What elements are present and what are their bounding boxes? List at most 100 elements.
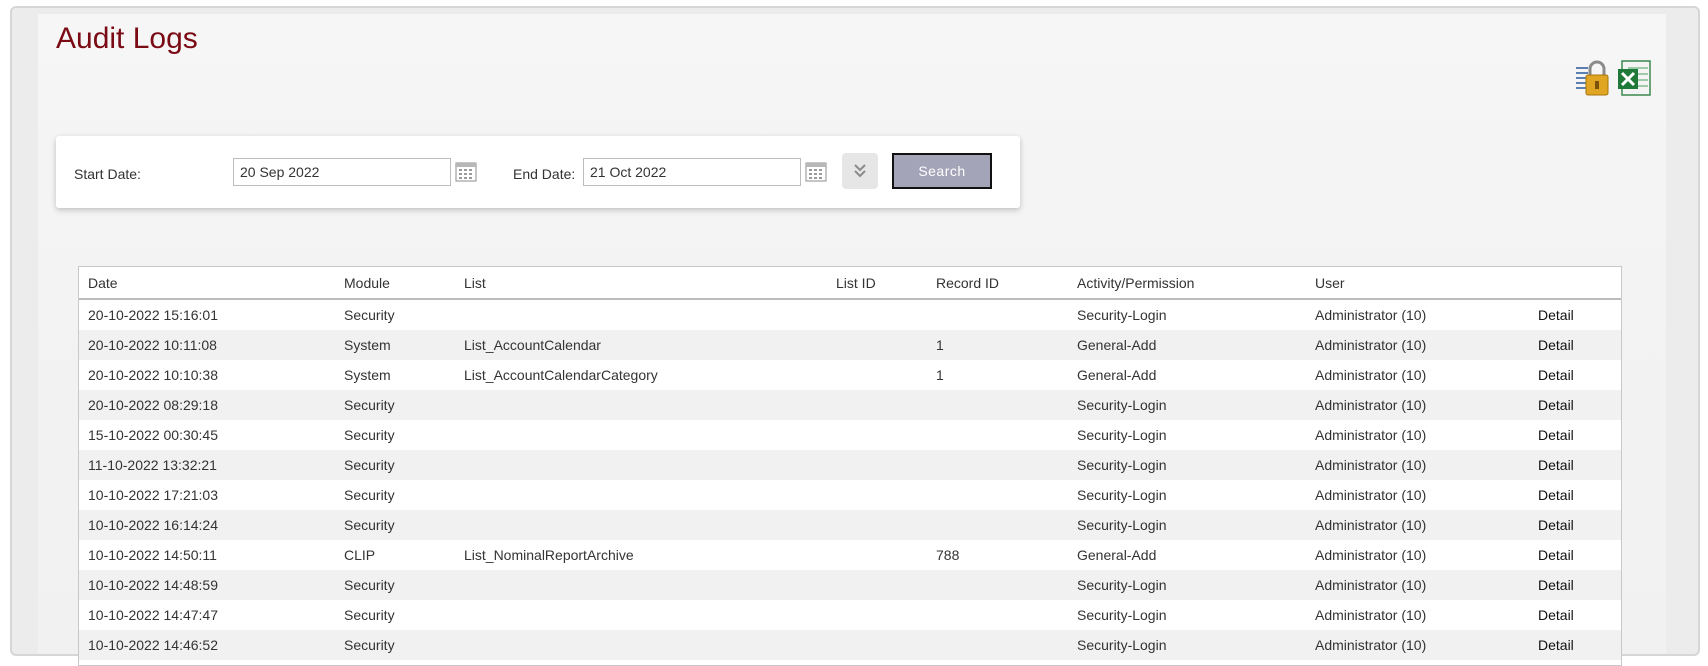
header-module[interactable]: Module (344, 267, 390, 298)
cell-user: Administrator (10) (1315, 307, 1427, 323)
table-row[interactable]: 10-10-2022 14:47:47 Security Security-Lo… (79, 600, 1621, 630)
end-date-input[interactable] (583, 158, 801, 186)
cell-module: Security (344, 637, 395, 653)
cell-module: Security (344, 607, 395, 623)
detail-link[interactable]: Detail (1538, 540, 1574, 570)
table-row[interactable]: 20-10-2022 15:16:01 Security Security-Lo… (79, 300, 1621, 330)
cell-list: List_NominalReportArchive (464, 547, 634, 563)
cell-date: 20-10-2022 15:16:01 (88, 307, 218, 323)
cell-list: List_AccountCalendarCategory (464, 367, 658, 383)
cell-user: Administrator (10) (1315, 637, 1427, 653)
cell-date: 10-10-2022 16:14:24 (88, 517, 218, 533)
cell-date: 10-10-2022 17:21:03 (88, 487, 218, 503)
cell-module: System (344, 337, 391, 353)
detail-link[interactable]: Detail (1538, 390, 1574, 420)
table-row[interactable]: 10-10-2022 14:50:11 CLIP List_NominalRep… (79, 540, 1621, 570)
cell-user: Administrator (10) (1315, 607, 1427, 623)
table-header: Date Module List List ID Record ID Activ… (79, 267, 1621, 300)
excel-icon[interactable] (1616, 57, 1654, 99)
table-row[interactable]: 20-10-2022 10:10:38 System List_AccountC… (79, 360, 1621, 390)
table-row[interactable]: 10-10-2022 17:21:03 Security Security-Lo… (79, 480, 1621, 510)
detail-link[interactable]: Detail (1538, 480, 1574, 510)
expand-filters-button[interactable] (842, 153, 878, 189)
calendar-icon[interactable] (805, 162, 827, 182)
cell-user: Administrator (10) (1315, 397, 1427, 413)
detail-link[interactable]: Detail (1538, 600, 1574, 630)
filter-panel: Start Date: End Date: (56, 136, 1020, 208)
header-list-id[interactable]: List ID (836, 267, 876, 298)
table-row[interactable]: 10-10-2022 14:48:59 Security Security-Lo… (79, 570, 1621, 600)
start-date-input[interactable] (233, 158, 451, 186)
cell-activity: Security-Login (1077, 457, 1167, 473)
cell-activity: Security-Login (1077, 637, 1167, 653)
table-row[interactable]: 20-10-2022 08:29:18 Security Security-Lo… (79, 390, 1621, 420)
cell-module: Security (344, 577, 395, 593)
cell-user: Administrator (10) (1315, 577, 1427, 593)
cell-date: 20-10-2022 10:10:38 (88, 367, 218, 383)
cell-user: Administrator (10) (1315, 337, 1427, 353)
cell-activity: Security-Login (1077, 427, 1167, 443)
cell-module: Security (344, 517, 395, 533)
page-title: Audit Logs (56, 22, 198, 55)
cell-module: Security (344, 427, 395, 443)
audit-log-table: Date Module List List ID Record ID Activ… (78, 266, 1622, 666)
detail-link[interactable]: Detail (1538, 360, 1574, 390)
table-row[interactable]: 10-10-2022 16:14:24 Security Security-Lo… (79, 510, 1621, 540)
header-date[interactable]: Date (88, 267, 118, 298)
cell-date: 11-10-2022 13:32:21 (88, 457, 217, 473)
end-date-label: End Date: (513, 166, 576, 182)
table-body: 20-10-2022 15:16:01 Security Security-Lo… (79, 300, 1621, 660)
table-row[interactable]: 11-10-2022 13:32:21 Security Security-Lo… (79, 450, 1621, 480)
cell-module: Security (344, 487, 395, 503)
table-row[interactable]: 15-10-2022 00:30:45 Security Security-Lo… (79, 420, 1621, 450)
detail-link[interactable]: Detail (1538, 300, 1574, 330)
cell-activity: General-Add (1077, 367, 1157, 383)
cell-user: Administrator (10) (1315, 547, 1427, 563)
header-record-id[interactable]: Record ID (936, 267, 999, 298)
calendar-icon[interactable] (455, 162, 477, 182)
cell-list: List_AccountCalendar (464, 337, 601, 353)
permissions-lock-icon[interactable] (1574, 57, 1612, 99)
cell-activity: Security-Login (1077, 397, 1167, 413)
cell-activity: General-Add (1077, 337, 1157, 353)
cell-date: 10-10-2022 14:48:59 (88, 577, 218, 593)
cell-record-id: 788 (936, 547, 960, 563)
cell-module: Security (344, 457, 395, 473)
cell-module: System (344, 367, 391, 383)
cell-module: CLIP (344, 547, 376, 563)
detail-link[interactable]: Detail (1538, 510, 1574, 540)
detail-link[interactable]: Detail (1538, 420, 1574, 450)
cell-record-id: 1 (936, 337, 944, 353)
cell-user: Administrator (10) (1315, 367, 1427, 383)
cell-activity: Security-Login (1077, 577, 1167, 593)
cell-activity: Security-Login (1077, 607, 1167, 623)
cell-date: 10-10-2022 14:50:11 (88, 547, 217, 563)
detail-link[interactable]: Detail (1538, 330, 1574, 360)
table-row[interactable]: 20-10-2022 10:11:08 System List_AccountC… (79, 330, 1621, 360)
cell-activity: General-Add (1077, 547, 1157, 563)
cell-user: Administrator (10) (1315, 517, 1427, 533)
header-list[interactable]: List (464, 267, 486, 298)
detail-link[interactable]: Detail (1538, 570, 1574, 600)
cell-activity: Security-Login (1077, 487, 1167, 503)
cell-date: 20-10-2022 08:29:18 (88, 397, 218, 413)
cell-user: Administrator (10) (1315, 427, 1427, 443)
chevron-double-down-icon (854, 164, 866, 178)
search-button[interactable]: Search (892, 153, 992, 189)
cell-date: 10-10-2022 14:47:47 (88, 607, 218, 623)
header-user[interactable]: User (1315, 267, 1345, 298)
cell-record-id: 1 (936, 367, 944, 383)
detail-link[interactable]: Detail (1538, 630, 1574, 660)
cell-date: 10-10-2022 14:46:52 (88, 637, 218, 653)
cell-date: 20-10-2022 10:11:08 (88, 337, 217, 353)
cell-date: 15-10-2022 00:30:45 (88, 427, 218, 443)
start-date-label: Start Date: (74, 166, 141, 182)
cell-module: Security (344, 397, 395, 413)
cell-user: Administrator (10) (1315, 487, 1427, 503)
cell-user: Administrator (10) (1315, 457, 1427, 473)
table-row[interactable]: 10-10-2022 14:46:52 Security Security-Lo… (79, 630, 1621, 660)
detail-link[interactable]: Detail (1538, 450, 1574, 480)
cell-activity: Security-Login (1077, 307, 1167, 323)
export-toolbar (1574, 57, 1654, 99)
header-activity[interactable]: Activity/Permission (1077, 267, 1194, 298)
